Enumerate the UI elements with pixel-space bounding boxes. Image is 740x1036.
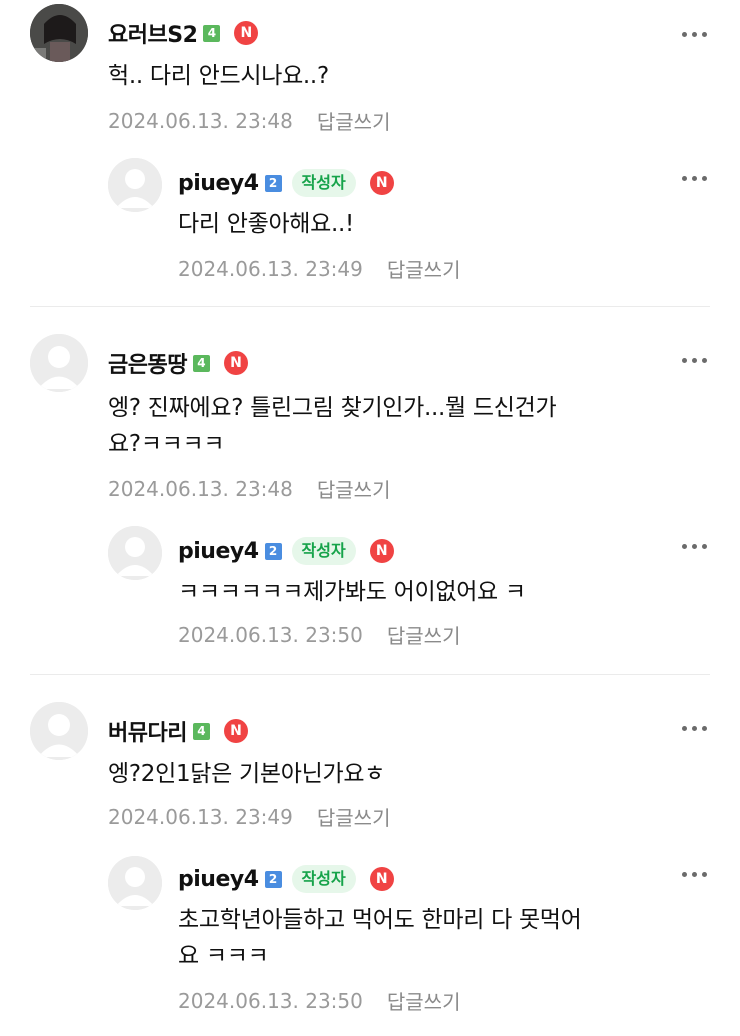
- default-profile-icon: [30, 334, 88, 392]
- level-badge: 4: [192, 722, 210, 740]
- default-profile-icon: [30, 702, 88, 760]
- comment-date: 2024.06.13. 23:48: [108, 476, 293, 501]
- level-badge: 4: [203, 24, 221, 42]
- avatar[interactable]: [108, 526, 162, 580]
- default-profile-icon: [108, 158, 162, 212]
- comment-text: 엥? 진짜에요? 틀린그림 찾기인가...뭘 드신건가 요?ㅋㅋㅋㅋ: [108, 395, 557, 457]
- level-badge: 2: [264, 174, 282, 192]
- level-badge: 2: [264, 542, 282, 560]
- reply-date: 2024.06.13. 23:50: [178, 988, 363, 1013]
- profile-photo-icon: [30, 4, 88, 62]
- default-profile-icon: [108, 526, 162, 580]
- comment-text: 헉.. 다리 안드시나요..?: [108, 63, 329, 89]
- comment-text: 엥?2인1닭은 기본아닌가요ㅎ: [108, 761, 386, 787]
- comment-date: 2024.06.13. 23:49: [108, 804, 293, 829]
- avatar[interactable]: [30, 334, 88, 392]
- new-badge: N: [369, 539, 394, 563]
- new-badge: N: [369, 867, 394, 891]
- more-options-icon[interactable]: [678, 168, 710, 188]
- avatar[interactable]: [30, 4, 88, 62]
- level-badge: 2: [264, 870, 282, 888]
- level-badge: 4: [192, 354, 210, 372]
- new-badge: N: [369, 171, 394, 195]
- new-badge: N: [223, 719, 248, 743]
- reply-text: 초고학년아들하고 먹어도 한마리 다 못먹어 요 ㅋㅋㅋ: [178, 907, 582, 969]
- more-options-icon[interactable]: [678, 864, 710, 884]
- commenter-nickname[interactable]: 금은똥땅: [108, 347, 187, 379]
- reply-text: 다리 안좋아해요..!: [178, 211, 354, 237]
- comment-date: 2024.06.13. 23:48: [108, 108, 293, 133]
- divider: [30, 306, 710, 307]
- reply-link[interactable]: 답글쓰기: [387, 620, 461, 649]
- reply-nickname[interactable]: piuey4: [178, 539, 259, 564]
- reply-date: 2024.06.13. 23:50: [178, 622, 363, 647]
- divider: [30, 674, 710, 675]
- new-badge: N: [223, 351, 248, 375]
- avatar[interactable]: [108, 158, 162, 212]
- new-badge: N: [234, 21, 259, 45]
- more-options-icon[interactable]: [678, 718, 710, 738]
- default-profile-icon: [108, 856, 162, 910]
- reply-nickname[interactable]: piuey4: [178, 867, 259, 892]
- commenter-nickname[interactable]: 버뮤다리: [108, 715, 187, 747]
- reply-link[interactable]: 답글쓰기: [387, 254, 461, 283]
- reply-link[interactable]: 답글쓰기: [387, 986, 461, 1015]
- author-badge: 작성자: [291, 865, 356, 893]
- avatar[interactable]: [30, 702, 88, 760]
- more-options-icon[interactable]: [678, 350, 710, 370]
- reply-text: ㅋㅋㅋㅋㅋㅋ제가봐도 어이없어요 ㅋ: [178, 579, 526, 605]
- author-badge: 작성자: [291, 537, 356, 565]
- reply-link[interactable]: 답글쓰기: [317, 106, 391, 135]
- reply-nickname[interactable]: piuey4: [178, 171, 259, 196]
- avatar[interactable]: [108, 856, 162, 910]
- more-options-icon[interactable]: [678, 536, 710, 556]
- reply-link[interactable]: 답글쓰기: [317, 802, 391, 831]
- commenter-nickname[interactable]: 요러브S2: [108, 17, 198, 49]
- reply-link[interactable]: 답글쓰기: [317, 474, 391, 503]
- reply-date: 2024.06.13. 23:49: [178, 256, 363, 281]
- more-options-icon[interactable]: [678, 24, 710, 44]
- author-badge: 작성자: [291, 169, 356, 197]
